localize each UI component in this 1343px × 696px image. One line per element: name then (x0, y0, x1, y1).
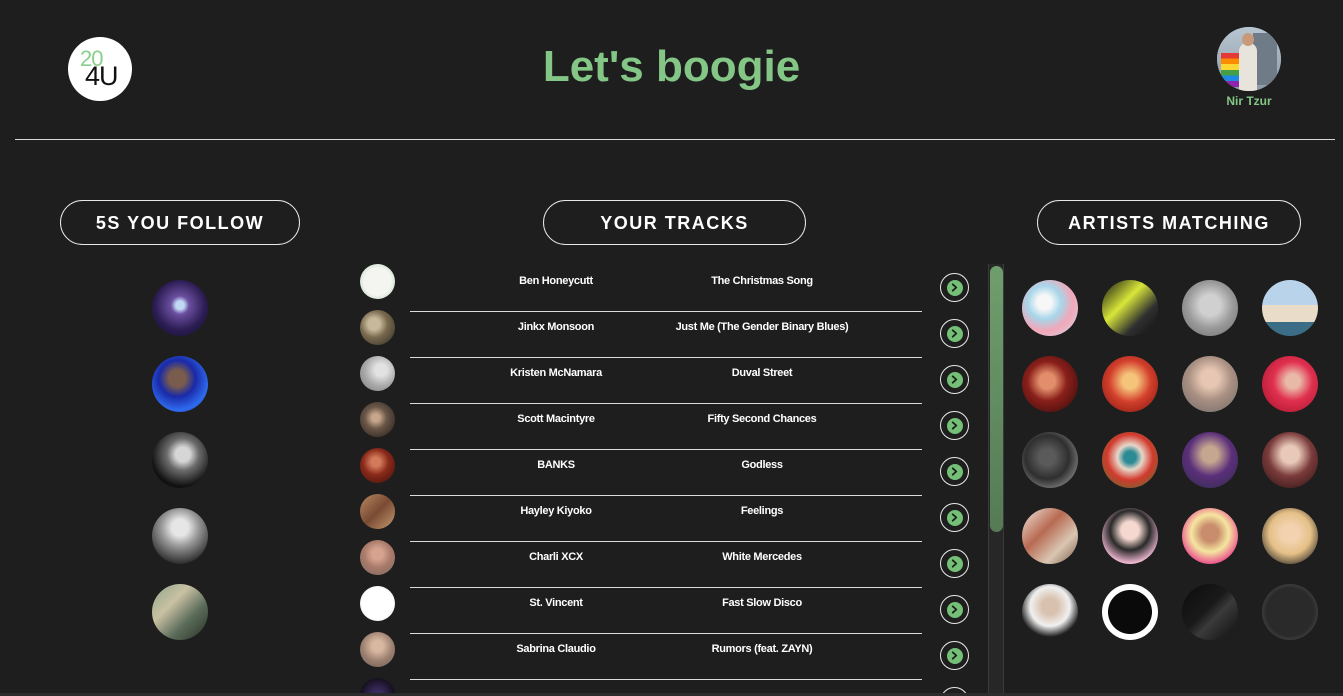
chevron-right-icon (946, 325, 963, 342)
artist-avatar[interactable] (1182, 280, 1238, 336)
track-thumbnail (360, 402, 395, 437)
tracks-list: Ben Honeycutt The Christmas Song Jinkx Mon… (360, 264, 980, 696)
track-row[interactable]: Ben Honeycutt The Christmas Song (360, 264, 980, 312)
artist-avatar[interactable] (1022, 508, 1078, 564)
track-song: Godless (741, 459, 783, 471)
track-thumbnail (360, 586, 395, 621)
track-thumbnail (360, 356, 395, 391)
page-title: Let's boogie (542, 42, 801, 91)
username-label[interactable]: Nir Tzur (1216, 94, 1282, 108)
chevron-right-icon (946, 601, 963, 618)
track-go-button[interactable] (940, 595, 969, 624)
artist-avatar[interactable] (1022, 432, 1078, 488)
artist-avatar[interactable] (1102, 280, 1158, 336)
track-thumbnail (360, 540, 395, 575)
track-go-button[interactable] (940, 319, 969, 348)
chevron-right-icon (946, 371, 963, 388)
followed-avatar[interactable] (152, 432, 208, 488)
track-go-button[interactable] (940, 365, 969, 394)
artist-avatar[interactable] (1262, 508, 1318, 564)
artist-avatar[interactable] (1102, 432, 1158, 488)
track-thumbnail (360, 310, 395, 345)
track-go-button[interactable] (940, 503, 969, 532)
track-go-button[interactable] (940, 549, 969, 578)
artist-avatar[interactable] (1262, 432, 1318, 488)
track-row[interactable]: Sabrina Claudio Rumors (feat. ZAYN) (360, 632, 980, 680)
scrollbar-thumb[interactable] (990, 266, 1003, 532)
followed-list (152, 280, 208, 660)
artist-avatar[interactable] (1262, 584, 1318, 640)
artist-avatar[interactable] (1022, 356, 1078, 412)
user-avatar[interactable] (1217, 27, 1281, 91)
chevron-right-icon (946, 417, 963, 434)
track-go-button[interactable] (940, 457, 969, 486)
followed-avatar[interactable] (152, 584, 208, 640)
track-row[interactable]: St. Vincent Fast Slow Disco (360, 586, 980, 634)
track-go-button[interactable] (940, 641, 969, 670)
followed-avatar[interactable] (152, 280, 208, 336)
chevron-right-icon (946, 463, 963, 480)
artist-avatar[interactable] (1182, 356, 1238, 412)
track-song: Duval Street (731, 367, 793, 379)
followed-avatar[interactable] (152, 356, 208, 412)
chevron-right-icon (946, 647, 963, 664)
track-thumbnail (360, 448, 395, 483)
track-song: Rumors (feat. ZAYN) (711, 643, 813, 655)
track-song: Fast Slow Disco (722, 597, 802, 609)
artist-avatar[interactable] (1182, 508, 1238, 564)
chevron-right-icon (946, 279, 963, 296)
header-divider (15, 139, 1335, 140)
track-go-button[interactable] (940, 411, 969, 440)
artist-avatar[interactable] (1022, 280, 1078, 336)
track-row[interactable]: Charli XCX White Mercedes (360, 540, 980, 588)
track-row[interactable]: Hayley Kiyoko Feelings (360, 494, 980, 542)
track-thumbnail (360, 632, 395, 667)
chevron-right-icon (946, 509, 963, 526)
artist-avatar[interactable] (1182, 432, 1238, 488)
chevron-right-icon (946, 555, 963, 572)
user-profile[interactable]: Nir Tzur (1216, 27, 1282, 108)
track-row[interactable]: Jinkx Monsoon Just Me (The Gender Binary … (360, 310, 980, 358)
track-song: White Mercedes (722, 551, 802, 563)
artist-avatar[interactable] (1262, 280, 1318, 336)
track-song: Just Me (The Gender Binary Blues) (675, 321, 849, 333)
artist-avatar[interactable] (1102, 356, 1158, 412)
followed-avatar[interactable] (152, 508, 208, 564)
artist-avatar[interactable] (1102, 584, 1158, 640)
track-go-button[interactable] (940, 273, 969, 302)
track-row[interactable]: Kristen McNamara Duval Street (360, 356, 980, 404)
follow-section-button[interactable]: 5S YOU FOLLOW (60, 200, 300, 245)
artist-avatar[interactable] (1022, 584, 1078, 640)
track-thumbnail (360, 264, 395, 299)
tracks-scrollbar[interactable] (988, 264, 1004, 696)
tracks-section-button[interactable]: YOUR TRACKS (543, 200, 806, 245)
artist-avatar[interactable] (1102, 508, 1158, 564)
app-header: 20 4U Let's boogie Nir Tzur (0, 0, 1343, 140)
artist-avatar[interactable] (1182, 584, 1238, 640)
track-song: Fifty Second Chances (707, 413, 817, 425)
track-row[interactable]: Scott Macintyre Fifty Second Chances (360, 402, 980, 450)
track-song: The Christmas Song (711, 275, 813, 287)
artists-section-button[interactable]: ARTISTS MATCHING (1037, 200, 1301, 245)
track-song: Feelings (740, 505, 784, 517)
artist-avatar[interactable] (1262, 356, 1318, 412)
track-row[interactable]: BANKS Godless (360, 448, 980, 496)
track-thumbnail (360, 494, 395, 529)
